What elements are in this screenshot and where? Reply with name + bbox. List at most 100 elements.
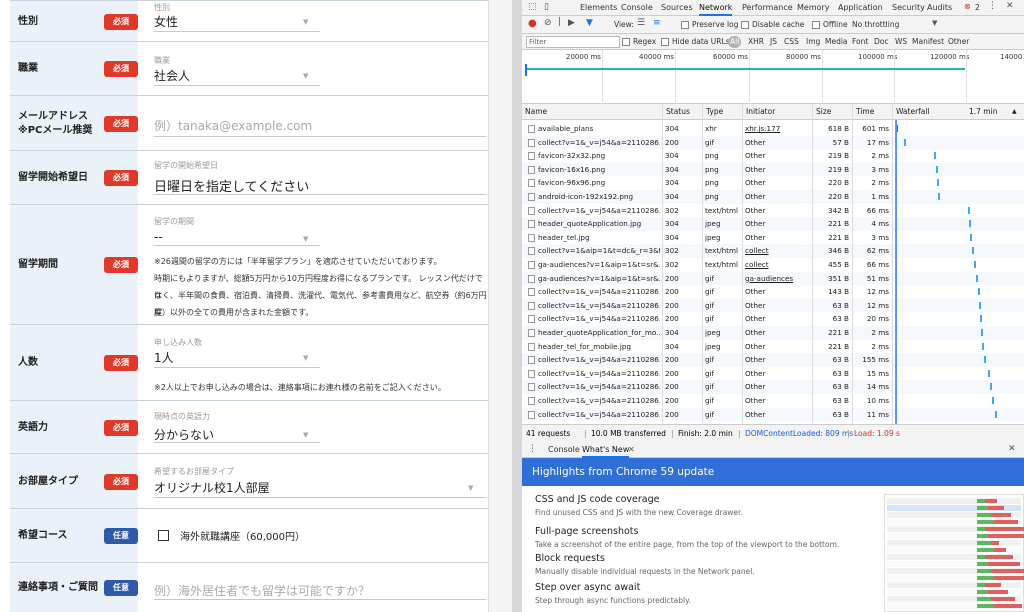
request-initiator[interactable]: Other bbox=[745, 394, 811, 408]
tab-memory[interactable]: Memory bbox=[797, 0, 830, 16]
close-tab-icon[interactable]: ✕ bbox=[628, 445, 635, 454]
tab-performance[interactable]: Performance bbox=[742, 0, 793, 16]
error-icon[interactable]: ⊗ bbox=[964, 2, 971, 11]
request-name[interactable]: favicon-96x96.png bbox=[538, 176, 660, 190]
request-name[interactable]: collect?v=1&_v=j54&a=2110286... bbox=[538, 367, 660, 381]
request-name[interactable]: collect?v=1&_v=j54&a=2110286... bbox=[538, 312, 660, 326]
request-row[interactable]: header_quoteApplication_for_mo... 304 jpeg… bbox=[522, 326, 1024, 340]
record-icon[interactable]: ● bbox=[528, 18, 537, 29]
tab-sources[interactable]: Sources bbox=[661, 0, 693, 16]
screenshot-icon[interactable]: ▶ bbox=[568, 18, 575, 28]
feature-title[interactable]: Full-page screenshots bbox=[535, 526, 638, 537]
request-initiator[interactable]: Other bbox=[745, 326, 811, 340]
request-initiator[interactable]: Other bbox=[745, 149, 811, 163]
request-initiator[interactable]: Other bbox=[745, 285, 811, 299]
chevron-down-icon[interactable]: ▼ bbox=[303, 354, 308, 362]
request-name[interactable]: ga-audiences?v=1&aip=1&t=sr&... bbox=[538, 272, 660, 286]
request-row[interactable]: header_quoteApplication.jpg 304 jpeg Other 2… bbox=[522, 217, 1024, 231]
request-name[interactable]: header_quoteApplication_for_mo... bbox=[538, 326, 660, 340]
request-initiator[interactable]: Other bbox=[745, 408, 811, 422]
tab-elements[interactable]: Elements bbox=[580, 0, 617, 16]
chevron-down-icon[interactable]: ▼ bbox=[468, 484, 473, 492]
request-initiator[interactable]: Other bbox=[745, 163, 811, 177]
tab-application[interactable]: Application bbox=[838, 0, 883, 16]
type-filter-xhr[interactable]: XHR bbox=[748, 36, 764, 48]
request-initiator[interactable]: Other bbox=[745, 299, 811, 313]
request-row[interactable]: favicon-16x16.png 304 png Other 219 B 3 ms bbox=[522, 162, 1024, 177]
request-row[interactable]: header_tel.jpg 304 jpeg Other 221 B 3 ms bbox=[522, 231, 1024, 245]
request-row[interactable]: collect?v=1&_v=j54&a=2110286... 200 gif Oth… bbox=[522, 312, 1024, 326]
inspect-icon[interactable]: ⬚ bbox=[528, 2, 537, 12]
feature-title[interactable]: CSS and JS code coverage bbox=[535, 494, 660, 505]
request-row[interactable]: collect?v=1&_v=j54&a=2110286... 200 gif Oth… bbox=[522, 380, 1024, 394]
request-name[interactable]: android-icon-192x192.png bbox=[538, 190, 660, 204]
request-name[interactable]: collect?v=1&aip=1&t=dc&_r=3&ti... bbox=[538, 244, 660, 258]
request-name[interactable]: header_quoteApplication.jpg bbox=[538, 217, 660, 231]
request-initiator[interactable]: Other bbox=[745, 312, 811, 326]
request-name[interactable]: favicon-16x16.png bbox=[538, 163, 660, 177]
request-initiator[interactable]: Other bbox=[745, 176, 811, 190]
drawer-menu-icon[interactable]: ⋮ bbox=[528, 444, 537, 454]
tab-console[interactable]: Console bbox=[621, 0, 653, 16]
request-row[interactable]: favicon-32x32.png 304 png Other 219 B 2 ms bbox=[522, 149, 1024, 163]
tab-security[interactable]: Security bbox=[892, 0, 925, 16]
request-name[interactable]: collect?v=1&_v=j54&a=2110286... bbox=[538, 408, 660, 422]
column-header-type[interactable]: Type bbox=[702, 104, 742, 120]
request-row[interactable]: android-icon-192x192.png 304 png Other 220 B… bbox=[522, 190, 1024, 204]
type-filter-ws[interactable]: WS bbox=[895, 36, 907, 48]
select-value[interactable]: 社会人 bbox=[154, 67, 190, 84]
request-name[interactable]: ga-audiences?v=1&aip=1&t=sr&... bbox=[538, 258, 660, 272]
type-filter-js[interactable]: JS bbox=[770, 36, 777, 48]
tab-network[interactable]: Network bbox=[699, 0, 733, 16]
email-field[interactable]: 例）tanaka@example.com bbox=[154, 117, 312, 134]
large-rows-icon[interactable]: ☰ bbox=[637, 18, 645, 28]
chevron-down-icon[interactable]: ▼ bbox=[932, 19, 937, 27]
start-date-field[interactable]: 日曜日を指定してください bbox=[154, 176, 309, 195]
timeline-overview[interactable]: 20000 ms 40000 ms 60000 ms 80000 ms 100000 m… bbox=[522, 50, 1024, 104]
select-value[interactable]: -- bbox=[154, 230, 163, 244]
request-name[interactable]: available_plans bbox=[538, 122, 660, 136]
request-initiator[interactable]: Other bbox=[745, 367, 811, 381]
more-menu-icon[interactable]: ⋮ bbox=[988, 1, 997, 11]
type-filter-media[interactable]: Media bbox=[825, 36, 848, 48]
type-filter-doc[interactable]: Doc bbox=[874, 36, 889, 48]
disable-cache-checkbox[interactable] bbox=[741, 21, 749, 29]
request-row[interactable]: collect?v=1&_v=j54&a=2110286... 200 gif Oth… bbox=[522, 407, 1024, 422]
device-toggle-icon[interactable]: ▯ bbox=[544, 2, 549, 12]
sort-arrow-icon[interactable]: ▲ bbox=[1012, 104, 1022, 120]
column-header-initiator[interactable]: Initiator bbox=[742, 104, 812, 120]
request-initiator[interactable]: ga-audiences bbox=[745, 272, 811, 286]
chevron-down-icon[interactable]: ▼ bbox=[303, 18, 308, 26]
select-value[interactable]: オリジナル校1人部屋 bbox=[154, 479, 270, 496]
throttling-select[interactable]: No throttling bbox=[852, 19, 899, 31]
regex-checkbox[interactable] bbox=[622, 38, 630, 46]
tab-audits[interactable]: Audits bbox=[927, 0, 952, 16]
type-filter-font[interactable]: Font bbox=[852, 36, 868, 48]
request-name[interactable]: collect?v=1&_v=j54&a=2110286... bbox=[538, 204, 660, 218]
request-name[interactable]: collect?v=1&_v=j54&a=2110286... bbox=[538, 353, 660, 367]
request-row[interactable]: header_tel_for_mobile.jpg 304 jpeg Other 221… bbox=[522, 340, 1024, 354]
request-row[interactable]: favicon-96x96.png 304 png Other 220 B 2 ms bbox=[522, 176, 1024, 190]
feature-title[interactable]: Block requests bbox=[535, 553, 605, 564]
select-value[interactable]: 1人 bbox=[154, 349, 174, 366]
request-row[interactable]: collect?v=1&_v=j54&a=2110286... 200 gif Oth… bbox=[522, 367, 1024, 381]
chevron-down-icon[interactable]: ▼ bbox=[303, 235, 308, 243]
request-name[interactable]: collect?v=1&_v=j54&a=2110286... bbox=[538, 394, 660, 408]
close-drawer-icon[interactable]: ✕ bbox=[1008, 444, 1016, 454]
request-name[interactable]: collect?v=1&_v=j54&a=2110286... bbox=[538, 285, 660, 299]
offline-checkbox[interactable] bbox=[812, 21, 820, 29]
type-filter-all[interactable]: All bbox=[728, 36, 742, 48]
request-initiator[interactable]: Other bbox=[745, 380, 811, 394]
drawer-tab-console[interactable]: Console bbox=[548, 442, 580, 458]
request-row[interactable]: available_plans 304 xhr xhr.js:177 618 B 601 … bbox=[522, 122, 1024, 136]
course-checkbox[interactable] bbox=[158, 530, 169, 541]
request-name[interactable]: collect?v=1&_v=j54&a=2110286... bbox=[538, 299, 660, 313]
request-name[interactable]: header_tel.jpg bbox=[538, 231, 660, 245]
select-value[interactable]: 分からない bbox=[154, 426, 214, 443]
request-initiator[interactable]: Other bbox=[745, 136, 811, 150]
request-name[interactable]: collect?v=1&_v=j54&a=2110286... bbox=[538, 136, 660, 150]
request-name[interactable]: header_tel_for_mobile.jpg bbox=[538, 340, 660, 354]
request-row[interactable]: collect?v=1&aip=1&t=dc&_r=3&ti... 302 text… bbox=[522, 244, 1024, 258]
request-row[interactable]: ga-audiences?v=1&aip=1&t=sr&... 302 text/h… bbox=[522, 258, 1024, 272]
request-row[interactable]: collect?v=1&_v=j54&a=2110286... 200 gif Oth… bbox=[522, 298, 1024, 313]
